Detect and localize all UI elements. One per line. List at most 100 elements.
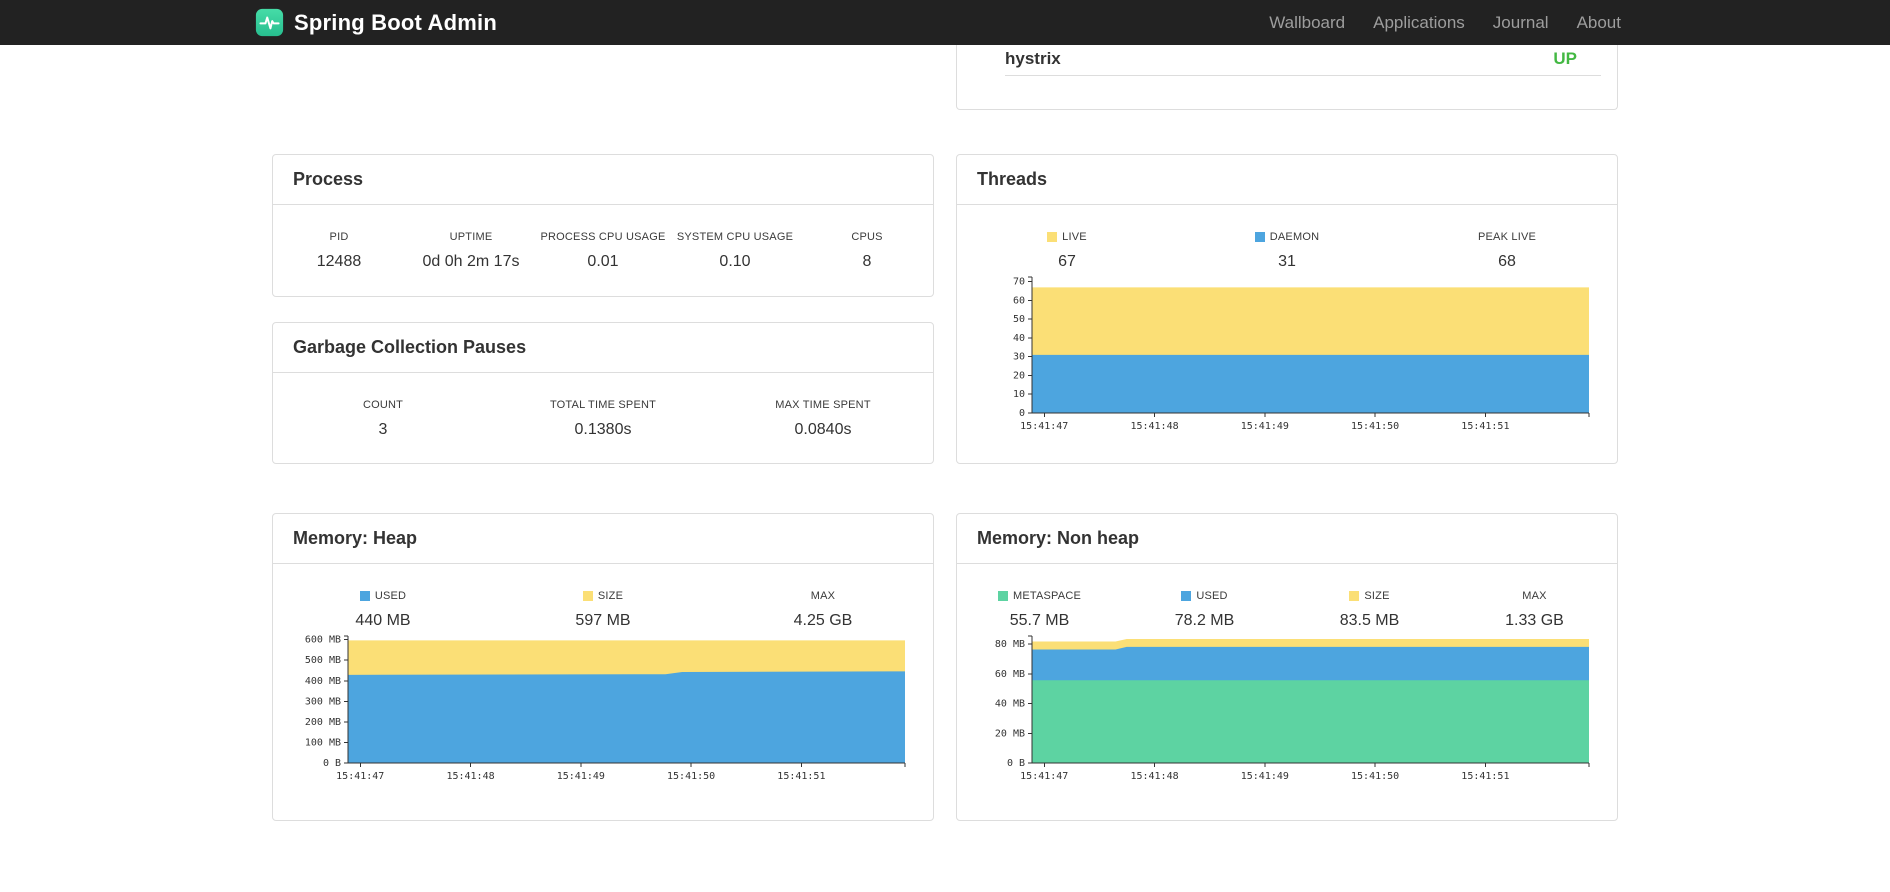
nonheap-legend: METASPACE 55.7 MB USED 78.2 MB SIZE 83.5 MB MA… [957, 564, 1617, 630]
left-column-spacer [272, 45, 934, 154]
x-tick-label: 15:41:50 [1351, 421, 1399, 432]
brand-logo-icon [255, 8, 284, 37]
heap-legend: USED 440 MB SIZE 597 MB MAX 4.25 GB [273, 564, 933, 630]
legend-swatch-icon [1254, 232, 1265, 242]
process-stats: PID 12488 UPTIME 0d 0h 2m 17s PROCESS CPU US… [273, 205, 933, 271]
y-tick-label: 0 [1019, 408, 1025, 419]
x-tick-label: 15:41:51 [1461, 771, 1509, 782]
stat-max: MAX 4.25 GB [713, 590, 933, 630]
y-tick-label: 600 MB [305, 635, 341, 646]
x-tick-label: 15:41:49 [557, 771, 605, 782]
panel-threads-heading: Threads [957, 155, 1617, 205]
threads-chart: 0 10 20 30 40 50 60 70 15:41:47 15:41:48 15:41:49 1… [957, 271, 1617, 439]
stat-label: MAX TIME SPENT [775, 399, 871, 411]
stat-label: TOTAL TIME SPENT [549, 399, 657, 411]
stat-label: SYSTEM CPU USAGE [676, 231, 794, 243]
stat-label: PROCESS CPU USAGE [540, 231, 666, 243]
y-tick-label: 70 [1013, 277, 1025, 288]
stat-value: 31 [1278, 253, 1296, 270]
stat-max-time-spent: MAX TIME SPENT 0.0840s [713, 399, 933, 439]
legend-swatch-icon [359, 591, 370, 601]
y-tick-label: 40 MB [995, 699, 1025, 710]
y-tick-label: 80 MB [995, 639, 1025, 650]
nav-link-about[interactable]: About [1563, 0, 1635, 45]
threads-legend: LIVE 67 DAEMON 31 PEAK LIVE 68 [957, 205, 1617, 271]
application-name[interactable]: hystrix [1005, 49, 1061, 69]
stat-max: MAX 1.33 GB [1452, 590, 1617, 630]
stat-size: SIZE 597 MB [493, 590, 713, 630]
stat-value: 78.2 MB [1174, 612, 1235, 629]
panel-title: Memory: Non heap [977, 528, 1140, 548]
stat-label: METASPACE [957, 590, 1122, 602]
x-tick-label: 15:41:50 [1351, 771, 1399, 782]
stat-value: 68 [1498, 253, 1516, 270]
legend-swatch-icon [1047, 232, 1058, 242]
stat-value: 83.5 MB [1339, 612, 1400, 629]
y-tick-label: 20 MB [995, 728, 1025, 739]
y-tick-label: 200 MB [305, 717, 341, 728]
stat-used: USED 78.2 MB [1122, 590, 1287, 630]
stat-size: SIZE 83.5 MB [1287, 590, 1452, 630]
stat-label: MAX [1522, 590, 1547, 602]
panel-threads: Threads LIVE 67 DAEMON 31 PEAK LIVE 68 0 10 20 3… [956, 154, 1618, 464]
y-tick-label: 400 MB [305, 676, 341, 687]
application-row: hystrix UP [1005, 45, 1601, 76]
y-tick-label: 100 MB [305, 737, 341, 748]
stat-value: 0d 0h 2m 17s [422, 253, 520, 270]
x-tick-label: 15:41:47 [1020, 771, 1068, 782]
stat-value: 8 [862, 253, 872, 270]
panel-title: Threads [977, 169, 1048, 189]
x-tick-label: 15:41:51 [1461, 421, 1509, 432]
nonheap-chart: 0 B 20 MB 40 MB 60 MB 80 MB 15:41:47 15:41:48 1… [957, 630, 1617, 789]
stat-cpus: CPUS 8 [801, 231, 933, 271]
legend-swatch-icon [997, 591, 1008, 601]
stat-metaspace: METASPACE 55.7 MB [957, 590, 1122, 630]
stat-system-cpu-usage: SYSTEM CPU USAGE 0.10 [669, 231, 801, 271]
panel-process-heading: Process [273, 155, 933, 205]
stat-label: UPTIME [449, 231, 493, 243]
stat-label: PID [329, 231, 349, 243]
y-tick-label: 30 [1013, 352, 1025, 363]
stat-value: 0.0840s [794, 421, 852, 438]
right-column: hystrix UP Threads LIVE 67 DAEMON 31 PEAK LI… [956, 45, 1618, 821]
x-tick-label: 15:41:49 [1241, 771, 1289, 782]
y-tick-label: 10 [1013, 389, 1025, 400]
stat-peak-live: PEAK LIVE 68 [1397, 231, 1617, 271]
nav-link-journal[interactable]: Journal [1479, 0, 1563, 45]
panel-gc-heading: Garbage Collection Pauses [273, 323, 933, 373]
brand[interactable]: Spring Boot Admin [255, 8, 497, 37]
panel-title: Process [293, 169, 364, 189]
nav-link-wallboard[interactable]: Wallboard [1255, 0, 1359, 45]
stat-label: SIZE [1287, 590, 1452, 602]
legend-swatch-icon [1181, 591, 1192, 601]
panel-memory-heap: Memory: Heap USED 440 MB SIZE 597 MB MAX 4.25… [272, 513, 934, 821]
gc-stats: COUNT 3 TOTAL TIME SPENT 0.1380s MAX TIME SP… [273, 373, 933, 439]
x-tick-label: 15:41:51 [777, 771, 825, 782]
navbar-links: Wallboard Applications Journal About [1255, 0, 1635, 45]
stat-label: CPUS [851, 231, 883, 243]
stat-total-time-spent: TOTAL TIME SPENT 0.1380s [493, 399, 713, 439]
stat-value: 597 MB [575, 612, 631, 629]
x-tick-label: 15:41:48 [1130, 421, 1178, 432]
stat-label: COUNT [362, 399, 404, 411]
area-daemon [1032, 354, 1589, 413]
stat-value: 55.7 MB [1009, 612, 1070, 629]
y-tick-label: 40 [1013, 333, 1025, 344]
application-status-badge: UP [1553, 49, 1577, 68]
nav-link-applications[interactable]: Applications [1359, 0, 1479, 45]
legend-swatch-icon [582, 591, 593, 601]
navbar: Spring Boot Admin Wallboard Applications J… [0, 0, 1890, 45]
stat-label: DAEMON [1177, 231, 1397, 243]
stat-label: USED [273, 590, 493, 602]
panel-title: Memory: Heap [293, 528, 418, 548]
x-tick-label: 15:41:48 [446, 771, 494, 782]
legend-swatch-icon [1349, 591, 1360, 601]
stat-label: USED [1122, 590, 1287, 602]
x-tick-label: 15:41:48 [1130, 771, 1178, 782]
stat-label: LIVE [957, 231, 1177, 243]
y-tick-label: 20 [1013, 370, 1025, 381]
stat-used: USED 440 MB [273, 590, 493, 630]
x-tick-label: 15:41:47 [1020, 421, 1068, 432]
stat-pid: PID 12488 [273, 231, 405, 271]
x-tick-label: 15:41:49 [1241, 421, 1289, 432]
